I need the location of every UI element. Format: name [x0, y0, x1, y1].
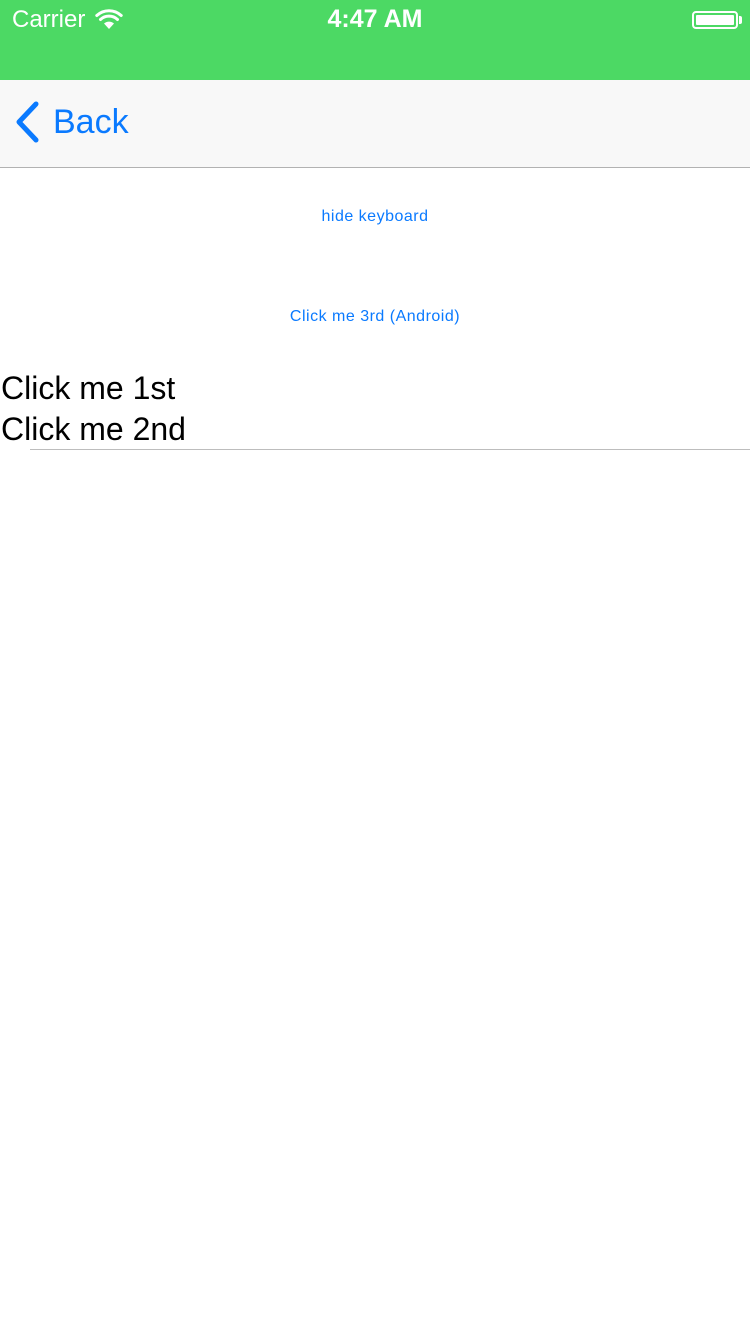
- navigation-bar: Back: [0, 80, 750, 168]
- click-me-first-text[interactable]: Click me 1st: [1, 368, 175, 408]
- battery-tip: [739, 16, 742, 24]
- input-underline: [30, 449, 750, 450]
- status-time: 4:47 AM: [327, 5, 423, 33]
- click-me-second-input[interactable]: [1, 409, 750, 449]
- hide-keyboard-button[interactable]: hide keyboard: [0, 208, 750, 226]
- back-label: Back: [53, 102, 129, 141]
- battery-icon: [692, 11, 738, 29]
- click-me-third-button[interactable]: Click me 3rd (Android): [0, 308, 750, 326]
- chevron-left-icon: [16, 101, 39, 143]
- status-bar: Carrier 4:47 AM: [0, 0, 750, 80]
- back-button[interactable]: Back: [14, 100, 129, 144]
